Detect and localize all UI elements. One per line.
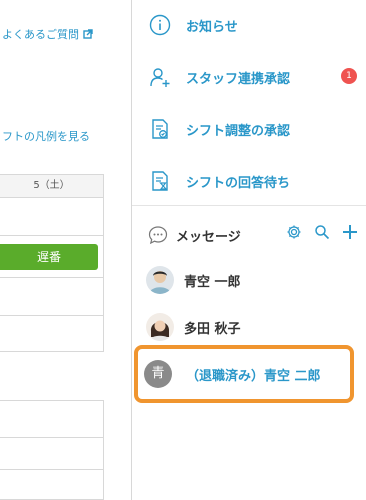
person-add-icon <box>148 65 172 89</box>
calendar-cell[interactable] <box>0 278 104 316</box>
contact-name: 青空 一郎 <box>184 274 241 290</box>
calendar-cell[interactable] <box>0 400 104 438</box>
calendar-cell[interactable] <box>0 470 104 500</box>
calendar-day-header: 5（土） <box>0 174 104 198</box>
calendar-cell[interactable] <box>0 316 104 352</box>
contact-item[interactable]: 多田 秋子 <box>146 313 241 341</box>
search-icon[interactable] <box>314 224 330 240</box>
notification-badge: 1 <box>341 68 357 84</box>
menu-item-label: シフトの回答待ち <box>186 175 291 191</box>
menu-item-shift-waiting[interactable]: シフトの回答待ち <box>148 166 290 196</box>
menu-item-staff-approval[interactable]: スタッフ連携承認 <box>148 62 290 92</box>
contact-item[interactable]: 青空 一郎 <box>146 266 241 294</box>
section-divider <box>132 205 366 206</box>
calendar-cell[interactable] <box>0 198 104 236</box>
external-link-icon <box>83 29 93 39</box>
faq-link-label: よくあるご質問 <box>2 28 79 41</box>
document-check-icon <box>148 117 172 141</box>
avatar: 青 <box>144 360 172 388</box>
document-hourglass-icon <box>148 169 172 193</box>
avatar <box>146 313 174 341</box>
menu-item-label: お知らせ <box>186 19 238 35</box>
menu-item-label: シフト調整の承認 <box>186 123 291 139</box>
late-shift-chip[interactable]: 遅番 <box>0 244 98 270</box>
shift-legend-link[interactable]: フトの凡例を見る <box>2 128 90 144</box>
calendar-cell[interactable] <box>0 438 104 470</box>
side-menu-panel: お知らせ スタッフ連携承認 1 シフト調整の承認 シフトの回答待ち メッセージ <box>131 0 366 500</box>
plus-icon[interactable] <box>342 224 358 240</box>
menu-item-label: スタッフ連携承認 <box>186 71 291 87</box>
contact-name: （退職済み）青空 二郎 <box>186 368 321 384</box>
gear-icon[interactable] <box>286 224 302 240</box>
messages-header: メッセージ <box>148 222 358 248</box>
menu-item-shift-adjust-approval[interactable]: シフト調整の承認 <box>148 114 290 144</box>
contact-item[interactable]: 青 （退職済み）青空 二郎 <box>144 360 321 388</box>
contact-name: 多田 秋子 <box>184 321 241 337</box>
faq-link[interactable]: よくあるご質問 <box>2 26 93 42</box>
chat-bubble-icon <box>148 226 168 245</box>
messages-title: メッセージ <box>176 229 241 245</box>
background-page: よくあるご質問 フトの凡例を見る 5（土） 遅番 <box>0 0 132 500</box>
info-icon <box>148 13 172 37</box>
menu-item-notices[interactable]: お知らせ <box>148 10 238 40</box>
avatar <box>146 266 174 294</box>
